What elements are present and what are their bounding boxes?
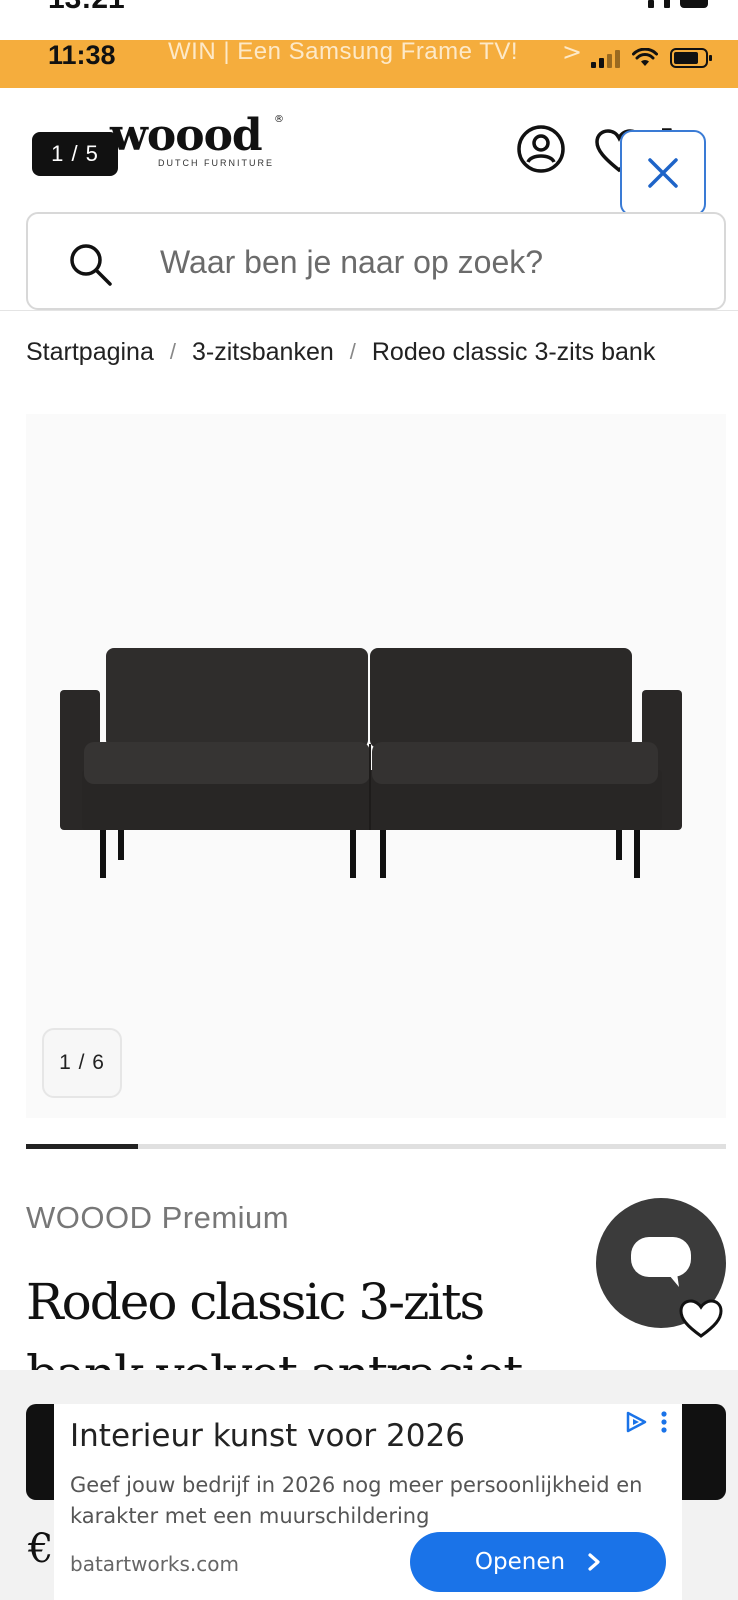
product-title-continued: bank velvet antraciet: [26, 1350, 706, 1370]
site-header: woood ® DUTCH FURNITURE 1 / 5: [0, 88, 738, 216]
close-button[interactable]: [620, 130, 706, 216]
search-input[interactable]: [160, 234, 700, 290]
ad-open-button[interactable]: Openen: [410, 1532, 666, 1592]
battery-icon: [670, 48, 712, 68]
promo-banner[interactable]: WIN | Een Samsung Frame TV! > 11:38: [0, 40, 738, 88]
ad-banner[interactable]: Interieur kunst voor 2026 Geef jouw bedr…: [54, 1404, 682, 1600]
logo-subtitle: DUTCH FURNITURE: [158, 158, 274, 168]
sofa-image[interactable]: [60, 644, 690, 884]
breadcrumb-item-home[interactable]: Startpagina: [26, 338, 154, 367]
ad-title[interactable]: Interieur kunst voor 2026: [70, 1418, 465, 1454]
image-counter-badge: 1 / 5: [32, 132, 118, 176]
status-time-cut: 13:21: [48, 0, 125, 16]
promo-text: WIN | Een Samsung Frame TV!: [168, 40, 519, 65]
promo-chevron-icon: >: [562, 40, 583, 66]
breadcrumb-separator: /: [169, 339, 176, 364]
ad-menu-icon[interactable]: [660, 1410, 668, 1434]
ad-description: Geef jouw bedrijf in 2026 nog meer perso…: [70, 1473, 643, 1528]
gallery-progress-track: [26, 1144, 726, 1149]
ad-open-label: Openen: [474, 1549, 566, 1575]
chat-icon: [631, 1237, 691, 1287]
product-brand: WOOOD Premium: [26, 1200, 290, 1235]
close-icon: [648, 158, 678, 188]
breadcrumb-fade: [666, 330, 726, 374]
breadcrumb-item-category[interactable]: 3-zitsbanken: [192, 338, 334, 367]
ad-choices[interactable]: [624, 1408, 676, 1436]
woood-logo[interactable]: woood ® DUTCH FURNITURE: [110, 110, 284, 169]
wishlist-heart-icon[interactable]: [678, 1298, 724, 1340]
status-bar-cut: 13:21: [0, 0, 738, 40]
ad-domain[interactable]: batartworks.com: [70, 1552, 239, 1576]
gallery-progress-fill: [26, 1144, 138, 1149]
search-bar[interactable]: [26, 212, 726, 310]
price-cut: €: [28, 1526, 54, 1572]
logo-registered-mark: ®: [274, 114, 284, 125]
status-icons: [591, 46, 712, 68]
user-icon[interactable]: [516, 124, 566, 174]
search-icon[interactable]: [66, 240, 114, 288]
wifi-icon: [632, 48, 658, 66]
add-to-cart-button-right[interactable]: [680, 1404, 726, 1500]
product-title-continued-wrap: bank velvet antraciet: [26, 1350, 706, 1370]
product-gallery[interactable]: 1 / 6: [26, 414, 726, 1118]
logo-wordmark: woood: [110, 110, 263, 161]
product-title: Rodeo classic 3-zits: [26, 1273, 485, 1331]
status-time: 11:38: [48, 40, 116, 70]
signal-icon: [591, 48, 620, 68]
divider: [0, 310, 738, 311]
gallery-counter: 1 / 6: [42, 1028, 122, 1098]
chevron-right-icon: [588, 1553, 600, 1571]
breadcrumb-separator: /: [349, 339, 356, 364]
add-to-cart-button-left[interactable]: [26, 1404, 56, 1500]
breadcrumb: Startpagina / 3-zitsbanken / Rodeo class…: [26, 330, 726, 374]
ad-choices-icon[interactable]: [624, 1410, 648, 1434]
breadcrumb-item-current: Rodeo classic 3-zits bank: [371, 337, 656, 366]
status-icons-cut: [648, 0, 708, 8]
